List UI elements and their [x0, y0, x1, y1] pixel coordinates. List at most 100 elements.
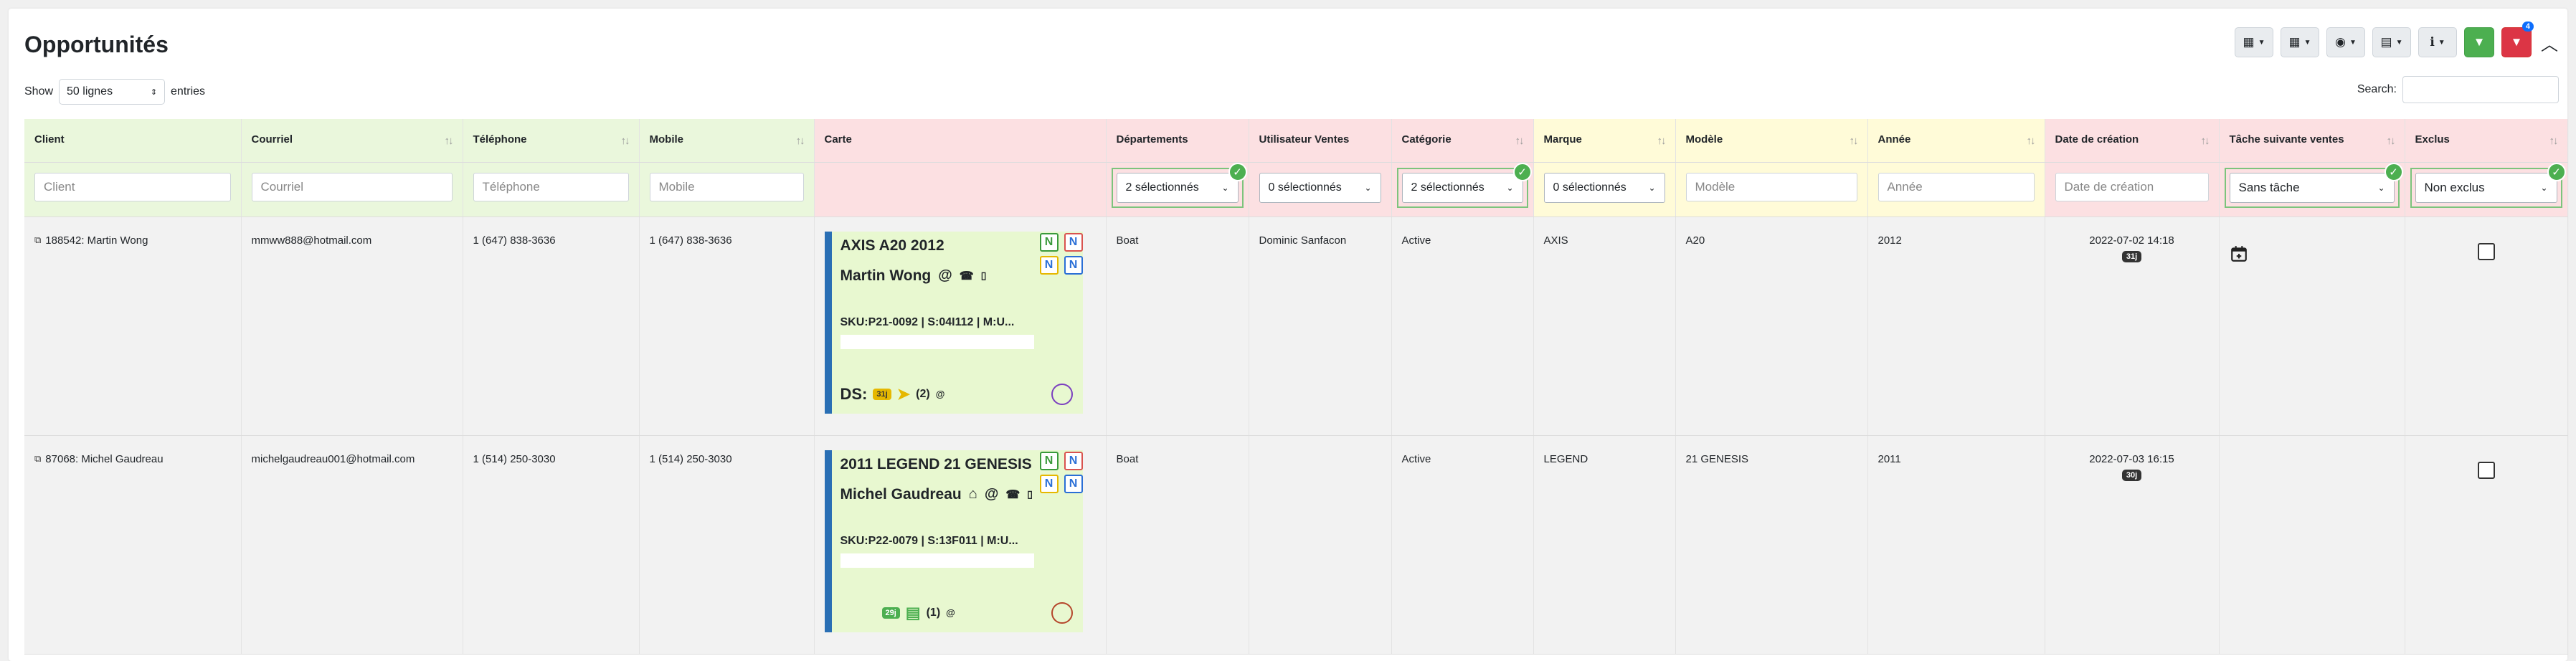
departement-cell: Boat [1106, 217, 1249, 436]
col-exclus[interactable]: Exclus ↑↓ [2405, 119, 2568, 163]
col-departements: Départements [1106, 119, 1249, 163]
mobile-cell: 1 (647) 838-3636 [639, 217, 815, 436]
page-size-select[interactable]: 50 lignes ⇕ [59, 79, 166, 105]
card-bar [840, 553, 1034, 568]
modele-cell: 21 GENESIS [1675, 435, 1868, 655]
filter-courriel-input[interactable]: Courriel [251, 172, 453, 201]
categorie-cell: Active [1391, 435, 1534, 655]
home-icon: ⌂ [968, 486, 977, 502]
filter-button[interactable]: ▼ [2464, 27, 2494, 57]
opportunity-card[interactable]: AXIS A20 2012 Martin Wong @ ☎ ▯ N N N N SKU… [824, 231, 1083, 414]
opportunity-card[interactable]: 2011 LEGEND 21 GENESIS Michel Gaudreau ⌂ @… [824, 450, 1083, 632]
annee-cell: 2012 [1867, 217, 2045, 436]
email-icon: @ [938, 267, 952, 283]
note-red-icon[interactable]: N [1064, 232, 1083, 252]
col-categorie[interactable]: Catégorie ↑↓ [1391, 119, 1534, 163]
note-blue-icon[interactable]: N [1064, 255, 1083, 275]
note-green-icon[interactable]: N [1039, 232, 1059, 252]
col-telephone[interactable]: Téléphone ↑↓ [463, 119, 640, 163]
col-carte: Carte [814, 119, 1107, 163]
card-name: Martin Wong @ ☎ ▯ [840, 267, 987, 284]
date-value: 2022-07-03 16:15 [2089, 452, 2174, 465]
note-yellow-icon[interactable]: N [1039, 474, 1059, 493]
filter-utilisateur-select[interactable]: 0 sélectionnés ⌄ [1259, 172, 1381, 203]
filter-marque-select[interactable]: 0 sélectionnés ⌄ [1543, 172, 1665, 203]
grid-icon: ▦ [2243, 35, 2255, 49]
sort-icon: ↑↓ [2549, 135, 2559, 147]
annee-cell: 2011 [1867, 435, 2045, 655]
eye-slash-icon: ◉ [2335, 35, 2346, 49]
search-label: Search: [2357, 83, 2397, 95]
entries-label: entries [171, 85, 206, 98]
filter-date-input[interactable]: Date de création [2055, 172, 2209, 201]
col-modele[interactable]: Modèle ↑↓ [1675, 119, 1868, 163]
length-control: Show 50 lignes ⇕ entries [24, 79, 205, 105]
col-mobile[interactable]: Mobile ↑↓ [639, 119, 815, 163]
grid-icon: ▦ [2288, 35, 2301, 49]
filter-categorie-select[interactable]: 2 sélectionnés ⌄ [1401, 172, 1523, 203]
columns-layout-button[interactable]: ▦ ▼ [2235, 27, 2273, 57]
categorie-cell: Active [1391, 217, 1534, 436]
visibility-button[interactable]: ◉ ▼ [2326, 27, 2365, 57]
table-row: ⧉ 188542: Martin Wong mmww888@hotmail.com… [24, 217, 2568, 436]
globe-icon[interactable] [1051, 383, 1073, 405]
card-sku: SKU:P21-0092 | S:04I112 | M:U... [840, 315, 1015, 328]
export-button[interactable]: ▤ ▼ [2372, 27, 2411, 57]
file-icon: ▤ [2380, 35, 2392, 49]
client-link[interactable]: ⧉ 87068: Michel Gaudreau [34, 453, 231, 465]
filter-departements-select[interactable]: 2 sélectionnés ⌄ [1116, 172, 1239, 203]
col-marque[interactable]: Marque ↑↓ [1533, 119, 1676, 163]
utilisateur-cell [1249, 435, 1392, 655]
filter-annee-input[interactable]: Année [1877, 172, 2035, 201]
page-title: Opportunités [24, 32, 169, 57]
grid-view-button[interactable]: ▦ ▼ [2281, 27, 2319, 57]
col-annee[interactable]: Année ↑↓ [1867, 119, 2045, 163]
info-button[interactable]: ℹ ▼ [2418, 27, 2457, 57]
exclus-checkbox[interactable] [2477, 242, 2495, 260]
card-title: AXIS A20 2012 [840, 237, 944, 254]
sort-icon: ↑↓ [1849, 135, 1859, 147]
globe-icon[interactable] [1051, 601, 1073, 624]
filter-client-input[interactable]: Client [34, 172, 231, 201]
toolbar: ▦ ▼ ▦ ▼ ◉ ▼ ▤ ▼ ℹ ▼ ▼ ▼ 4 ︿ [2235, 22, 2560, 57]
note-red-icon[interactable]: N [1064, 451, 1083, 470]
note-green-icon[interactable]: N [1039, 451, 1059, 470]
note-yellow-icon[interactable]: N [1039, 255, 1059, 275]
filter-tache-select[interactable]: Sans tâche ⌄ [2229, 172, 2395, 203]
filter-modele-input[interactable]: Modèle [1685, 172, 1857, 201]
phone-icon: ☎ [1005, 488, 1021, 501]
marque-cell: AXIS [1533, 217, 1676, 436]
filter-telephone-input[interactable]: Téléphone [473, 172, 629, 201]
sort-icon: ↑↓ [795, 135, 805, 147]
col-tache[interactable]: Tâche suivante ventes ↑↓ [2219, 119, 2405, 163]
chevron-down-icon: ⌄ [1364, 182, 1372, 193]
exclus-checkbox[interactable] [2477, 461, 2495, 479]
col-date[interactable]: Date de création ↑↓ [2045, 119, 2220, 163]
card-sku: SKU:P22-0079 | S:13F011 | M:U... [840, 534, 1018, 547]
client-link[interactable]: ⧉ 188542: Martin Wong [34, 234, 231, 247]
collapse-button[interactable]: ︿ [2539, 27, 2560, 57]
date-value: 2022-07-02 14:18 [2089, 234, 2174, 247]
sort-icon: ↑↓ [1657, 135, 1667, 147]
filter-exclus-select[interactable]: Non exclus ⌄ [2415, 172, 2557, 203]
external-link-icon: ⧉ [34, 453, 42, 464]
col-client[interactable]: Client [24, 119, 242, 163]
col-courriel[interactable]: Courriel ↑↓ [241, 119, 463, 163]
page-size-value: 50 lignes [67, 85, 113, 98]
external-link-icon: ⧉ [34, 234, 42, 245]
filter-count-badge: 4 [2521, 22, 2534, 32]
date-age-badge: 30j [2121, 469, 2142, 481]
send-icon: ➤ [896, 384, 911, 403]
card-name: Michel Gaudreau ⌂ @ ☎ ▯ [840, 485, 1033, 503]
card-footer: 29j ▤ (1) @ [881, 604, 955, 622]
chevron-down-icon: ⌄ [1648, 182, 1656, 193]
email-cell: michelgaudreau001@hotmail.com [241, 435, 463, 655]
mobile-icon: ▯ [1027, 488, 1033, 500]
calendar-add-icon[interactable] [2230, 244, 2248, 263]
clear-filters-button[interactable]: ▼ 4 [2501, 22, 2534, 57]
filter-mobile-input[interactable]: Mobile [649, 172, 804, 201]
search-input[interactable] [2402, 76, 2559, 103]
note-blue-icon[interactable]: N [1064, 474, 1083, 493]
caret-down-icon: ▼ [2303, 38, 2311, 47]
check-icon: ✓ [2384, 162, 2403, 181]
